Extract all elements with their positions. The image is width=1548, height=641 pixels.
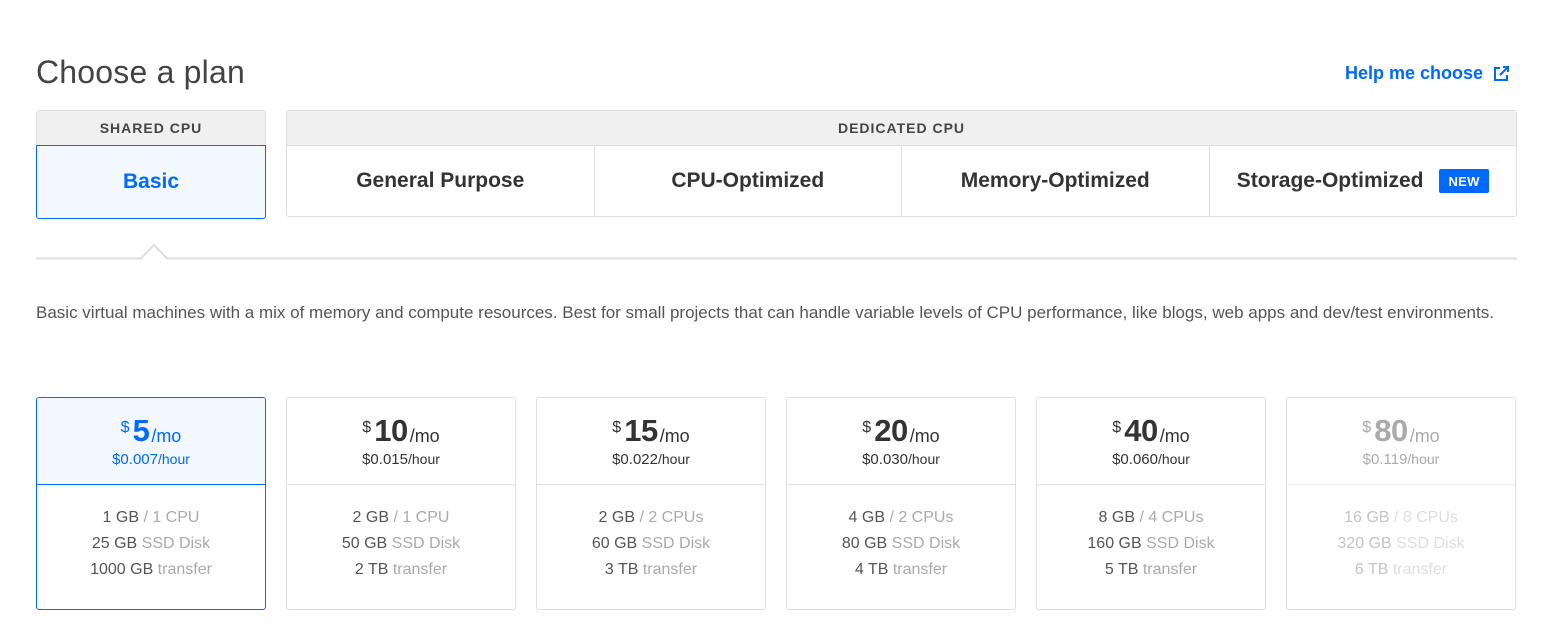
spec-disk: 320 GB SSD Disk [1337,535,1465,552]
monthly-price: 10 [374,413,408,448]
price-period: /mo [1409,426,1440,446]
tab-storage-optimized-label: Storage-Optimized [1236,169,1424,192]
spec-memory-cpu: 4 GB / 2 CPUs [848,509,954,526]
hour-unit: /hour [907,451,940,467]
plan-description: Basic virtual machines with a mix of mem… [36,303,1494,322]
tab-cpu-optimized[interactable]: CPU-Optimized [595,146,902,216]
hour-unit: /hour [1407,451,1440,467]
spec-disk: 60 GB SSD Disk [591,535,711,552]
plan-card[interactable]: $ 10 /mo $0.015/hour 2 GB / 1 CPU 50 GB … [286,397,516,610]
monthly-price: 40 [1124,413,1158,448]
spec-memory-cpu: 2 GB / 1 CPU [352,509,450,526]
tab-memory-optimized[interactable]: Memory-Optimized [902,146,1210,216]
page-title: Choose a plan [36,54,245,90]
spec-disk: 50 GB SSD Disk [341,535,461,552]
currency-symbol: $ [1112,419,1122,436]
tab-cpu-optimized-label: CPU-Optimized [671,169,825,192]
help-me-choose-link[interactable]: Help me choose [1345,63,1510,84]
currency-symbol: $ [1362,419,1372,436]
help-link-label: Help me choose [1344,63,1483,83]
hourly-price: $0.030 [862,451,908,468]
external-link-icon [1494,65,1509,81]
spec-memory-cpu: 8 GB / 4 CPUs [1098,509,1204,526]
price-period: /mo [909,426,940,446]
plan-card[interactable]: $ 5 /mo $0.007/hour 1 GB / 1 CPU 25 GB S… [36,397,266,610]
dedicated-cpu-header: DEDICATED CPU [287,111,1516,146]
tab-basic-label: Basic [122,170,180,193]
hour-unit: /hour [157,451,190,467]
monthly-price: 80 [1374,413,1408,448]
shared-cpu-header: SHARED CPU [37,111,265,146]
tab-memory-optimized-label: Memory-Optimized [960,169,1150,192]
tab-general-purpose-label: General Purpose [356,169,525,192]
hour-unit: /hour [407,451,440,467]
currency-symbol: $ [862,419,872,436]
tab-storage-optimized[interactable]: Storage-Optimized NEW [1210,146,1517,216]
spec-memory-cpu: 2 GB / 2 CPUs [598,509,704,526]
plan-card[interactable]: $ 80 /mo $0.119/hour 16 GB / 8 CPUs 320 … [1286,397,1516,610]
hourly-price: $0.007 [112,451,158,468]
currency-symbol: $ [120,419,130,436]
currency-symbol: $ [612,419,622,436]
spec-disk: 80 GB SSD Disk [841,535,961,552]
hourly-price: $0.060 [1112,451,1158,468]
hour-unit: /hour [1157,451,1190,467]
monthly-price: 15 [624,413,658,448]
spec-memory-cpu: 16 GB / 8 CPUs [1344,509,1458,526]
tab-basic[interactable]: Basic [36,145,266,219]
selection-pointer [36,243,1517,260]
section-divider [36,243,1517,260]
price-period: /mo [151,426,182,446]
plan-card[interactable]: $ 40 /mo $0.060/hour 8 GB / 4 CPUs 160 G… [1036,397,1266,610]
spec-transfer: 1000 GB transfer [90,561,212,578]
monthly-price: 20 [874,413,908,448]
currency-symbol: $ [362,419,372,436]
spec-transfer: 2 TB transfer [354,561,448,578]
price-period: /mo [1159,426,1190,446]
price-period: /mo [409,426,440,446]
tab-general-purpose[interactable]: General Purpose [287,146,595,216]
new-badge: NEW [1439,169,1489,193]
spec-disk: 160 GB SSD Disk [1087,535,1215,552]
shared-cpu-group: SHARED CPU Basic [36,110,266,219]
spec-transfer: 4 TB transfer [854,561,948,578]
plan-cards: $ 5 /mo $0.007/hour 1 GB / 1 CPU 25 GB S… [36,397,1516,610]
hour-unit: /hour [657,451,690,467]
plan-card[interactable]: $ 20 /mo $0.030/hour 4 GB / 2 CPUs 80 GB… [786,397,1016,610]
hourly-price: $0.022 [612,451,658,468]
monthly-price: 5 [132,413,150,448]
plan-card[interactable]: $ 15 /mo $0.022/hour 2 GB / 2 CPUs 60 GB… [536,397,766,610]
spec-transfer: 6 TB transfer [1354,561,1448,578]
spec-memory-cpu: 1 GB / 1 CPU [102,509,200,526]
hourly-price: $0.119 [1362,451,1408,468]
spec-disk: 25 GB SSD Disk [91,535,211,552]
dedicated-cpu-group: DEDICATED CPU General Purpose CPU-Optimi… [286,110,1517,217]
hourly-price: $0.015 [362,451,408,468]
spec-transfer: 5 TB transfer [1104,561,1198,578]
spec-transfer: 3 TB transfer [604,561,698,578]
price-period: /mo [659,426,690,446]
